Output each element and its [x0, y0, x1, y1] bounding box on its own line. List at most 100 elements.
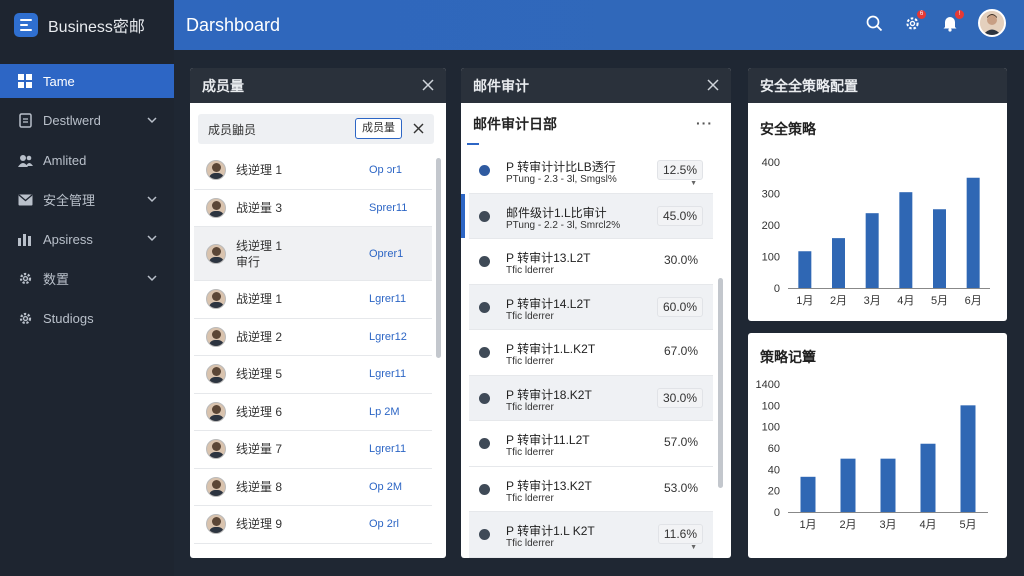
member-link[interactable]: Lgrer11 [369, 293, 406, 305]
sidebar-item[interactable]: Studiogs [0, 301, 174, 335]
y-tick-label: 400 [762, 157, 780, 169]
member-link[interactable]: Op 2rl [369, 518, 399, 530]
bar[interactable] [865, 213, 879, 288]
bar[interactable] [840, 458, 856, 512]
members-panel-header: 成员量 [190, 68, 446, 103]
member-link[interactable]: Lgrer11 [369, 443, 406, 455]
audit-row-percent[interactable]: 11.6% [657, 524, 703, 544]
audit-list: P 转审计计比LB透行 PTung - 2.3 - 3l, Smgsl% 12.5%… [461, 148, 717, 558]
avatar [206, 439, 226, 460]
chevron-down-icon[interactable] [146, 232, 158, 244]
member-row[interactable]: 线逆量 7 Lgrer11 [194, 431, 432, 469]
audit-row-percent[interactable]: 30.0% [656, 387, 703, 408]
user-avatar[interactable] [978, 9, 1006, 37]
chevron-down-icon[interactable] [146, 114, 158, 126]
member-row[interactable]: 战逆理 1 Lgrer11 [194, 281, 432, 319]
member-row[interactable]: 战逆量 3 Sprer11 [194, 190, 432, 227]
member-row[interactable]: 线逆理 1 审行 Oprer1 [194, 227, 432, 281]
member-row[interactable]: 战逆理 2 Lgrer12 [194, 319, 432, 356]
member-name: 线逆理 5 [236, 366, 366, 382]
member-filter[interactable]: 成员鼬员 成员量 [198, 114, 434, 144]
member-row[interactable]: 线逆理 6 Lp 2M [194, 394, 432, 431]
audit-row[interactable]: 邮件级计1.L比审计 PTung - 2.2 - 3l, Smrcl2% 45.0% [461, 193, 713, 239]
filter-button[interactable]: 成员量 [355, 118, 402, 139]
brand[interactable]: Business密邮 [0, 0, 174, 50]
member-link[interactable]: Oprer1 [369, 248, 403, 260]
audit-scrollbar[interactable] [718, 278, 723, 488]
status-dot-icon [479, 529, 490, 540]
member-name-text: 战逆量 3 [236, 200, 283, 215]
more-options-button[interactable]: ··· [696, 115, 713, 131]
bar[interactable] [832, 238, 845, 288]
y-tick-label: 100 [762, 400, 780, 412]
sidebar-item[interactable]: Apsiress [0, 222, 174, 256]
member-link[interactable]: Op ɔr1 [369, 164, 402, 176]
member-name: 线逆量 7 [236, 441, 366, 457]
member-name: 战逆量 3 [236, 200, 366, 216]
y-tick-label: 1400 [756, 379, 780, 391]
audit-row[interactable]: P 转审计13.K2T Tfic lderrer 53.0% [469, 467, 713, 512]
close-icon[interactable] [422, 79, 434, 91]
audit-row[interactable]: P 转审计13.L2T Tfic lderrer 30.0% [469, 239, 713, 285]
audit-row[interactable]: P 转审计1.L.K2T Tfic lderrer 67.0% [469, 330, 713, 376]
audit-row-detail: Tfic lderrer [506, 401, 554, 413]
sidebar-item[interactable]: Tame [0, 64, 174, 98]
clear-filter-icon[interactable] [413, 123, 424, 134]
bar[interactable] [899, 192, 913, 288]
close-icon[interactable] [707, 79, 719, 91]
gear-icon [17, 271, 33, 287]
chevron-down-icon[interactable] [146, 272, 158, 284]
audit-row[interactable]: P 转审计14.L2T Tfic lderrer 60.0% [469, 284, 713, 330]
bar[interactable] [933, 209, 946, 288]
settings-icon[interactable]: 6 [902, 10, 926, 33]
member-row[interactable]: 线逆理 5 Lgrer11 [194, 356, 432, 394]
audit-row-percent[interactable]: 45.0% [656, 205, 703, 226]
bar[interactable] [800, 476, 816, 512]
audit-row-percent[interactable]: 12.5% [656, 160, 703, 180]
x-tick-label: 2月 [830, 295, 847, 307]
status-dot-icon [479, 301, 490, 313]
bell-icon[interactable]: ! [940, 10, 964, 33]
audit-row-percent: 57.0% [663, 435, 698, 449]
x-tick-label: 6月 [965, 295, 982, 307]
member-link[interactable]: Sprer11 [369, 202, 407, 214]
audit-row-percent[interactable]: 60.0% [656, 296, 703, 317]
bar[interactable] [960, 405, 976, 512]
sidebar-item[interactable]: Amlited [0, 143, 174, 177]
audit-row[interactable]: P 转审计11.L2T Tfic lderrer 57.0% [469, 421, 713, 467]
sidebar-item-label: Destlwerd [43, 113, 101, 128]
bar[interactable] [966, 177, 980, 288]
bar[interactable] [880, 458, 896, 512]
member-name: 线逆量 8 [236, 479, 366, 495]
audit-row-title: P 转审计11.L2T [506, 433, 590, 447]
avatar [206, 364, 226, 385]
member-name: 线逆理 6 [236, 404, 366, 420]
member-link[interactable]: Lgrer11 [369, 368, 406, 380]
audit-row-detail: PTung - 2.3 - 3l, Smgsl% [506, 174, 617, 185]
member-link[interactable]: Lp 2M [369, 406, 400, 418]
member-name: 线逆理 9 [236, 516, 366, 532]
chevron-down-icon[interactable]: ▼ [690, 180, 697, 187]
member-row[interactable]: 线逆理 9 Op 2rl [194, 506, 432, 544]
audit-row[interactable]: P 转审计18.K2T Tfic lderrer 30.0% [469, 375, 713, 421]
records-bar-chart: 0 20 40 60 100 100 1400 1月 2月 3月 4月 5月 [756, 379, 988, 531]
members-scrollbar[interactable] [436, 158, 441, 358]
member-link[interactable]: Lgrer12 [369, 331, 407, 343]
chevron-down-icon[interactable] [146, 193, 158, 205]
audit-row-detail: Tfic lderrer [506, 356, 554, 367]
sidebar-item[interactable]: 安全管理 [0, 183, 174, 217]
audit-row-detail: Tfic lderrer [506, 538, 554, 549]
sidebar-item[interactable]: 数置 [0, 262, 174, 296]
document-icon [17, 113, 33, 129]
member-link[interactable]: Op 2M [369, 481, 402, 493]
x-tick-label: 4月 [919, 519, 936, 531]
member-row[interactable]: 线逆量 8 Op 2M [194, 469, 432, 506]
member-row[interactable]: 线逆理 1 Op ɔr1 [194, 152, 432, 190]
search-icon[interactable] [864, 13, 884, 33]
audit-row[interactable]: P 转审计1.L K2T Tfic lderrer 11.6% ▼ [469, 512, 713, 558]
bar[interactable] [920, 443, 936, 512]
bar[interactable] [798, 251, 812, 288]
sidebar-item[interactable]: Destlwerd [0, 104, 174, 138]
audit-row[interactable]: P 转审计计比LB透行 PTung - 2.3 - 3l, Smgsl% 12.5%… [469, 148, 713, 194]
chevron-down-icon[interactable]: ▼ [690, 544, 697, 551]
